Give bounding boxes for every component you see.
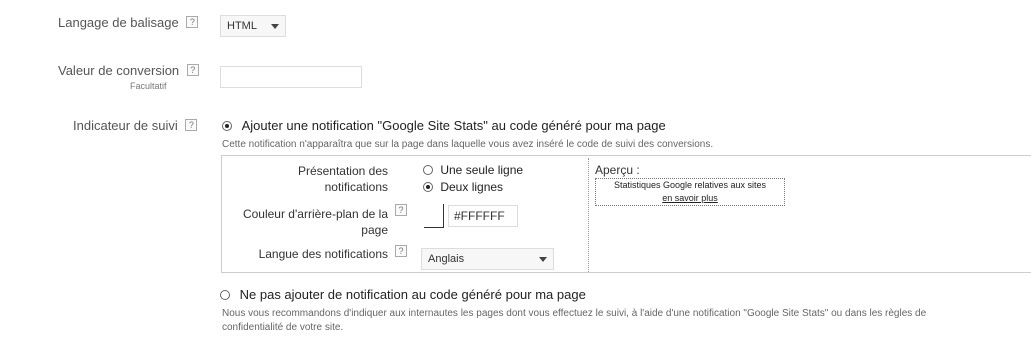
presentation-double-radio[interactable] [423,182,433,192]
preview-link[interactable]: en savoir plus [596,192,784,205]
conversion-value-help-icon[interactable]: ? [186,64,199,76]
markup-language-label: Langage de balisage [58,15,179,30]
markup-language-select[interactable]: HTML [220,15,286,37]
panel-divider [588,158,589,272]
notification-language-help-icon[interactable]: ? [395,245,407,257]
background-color-label: Couleur d'arrière-plan de la page [242,207,388,237]
tracking-indicator-label: Indicateur de suivi [73,118,178,133]
option-no-notification[interactable]: Ne pas ajouter de notification au code g… [220,287,586,302]
option-add-notification-radio[interactable] [222,121,232,131]
conversion-value-row: Valeur de conversion ? [58,63,199,78]
presentation-option-single[interactable]: Une seule ligne [423,163,523,177]
tracking-indicator-help-icon[interactable]: ? [185,119,198,131]
option-no-description-line1: Nous vous recommandons d'indiquer aux in… [222,308,927,319]
option-add-notification[interactable]: Ajouter une notification "Google Site St… [222,118,666,133]
background-color-swatch[interactable] [424,204,444,228]
presentation-label: Présentation des notifications [297,164,388,194]
option-add-description: Cette notification n'apparaîtra que sur … [222,139,714,150]
option-no-notification-label: Ne pas ajouter de notification au code g… [239,287,586,302]
presentation-single-label: Une seule ligne [440,163,524,177]
conversion-value-input[interactable] [220,66,362,88]
option-no-description-line2: confidentialité de votre site. [222,322,344,333]
background-color-help-icon[interactable]: ? [395,204,407,216]
markup-language-value: HTML [227,20,257,32]
option-add-notification-label: Ajouter une notification "Google Site St… [241,118,666,133]
presentation-double-label: Deux lignes [440,180,504,194]
notification-language-select[interactable]: Anglais [421,248,554,270]
option-no-notification-radio[interactable] [220,290,230,300]
notification-language-label: Langue des notifications [258,247,388,261]
background-color-input[interactable] [448,205,518,227]
chevron-down-icon [539,257,547,262]
tracking-indicator-row: Indicateur de suivi ? [73,118,198,133]
presentation-single-radio[interactable] [423,165,433,175]
notification-language-value: Anglais [428,253,465,265]
preview-box: Statistiques Google relatives aux sites … [595,178,785,206]
preview-line1: Statistiques Google relatives aux sites [613,180,767,190]
conversion-value-optional: Facultatif [130,81,167,91]
conversion-value-label: Valeur de conversion [58,63,180,78]
presentation-option-double[interactable]: Deux lignes [423,180,503,194]
markup-language-row: Langage de balisage ? [58,15,199,30]
markup-language-help-icon[interactable]: ? [186,16,199,28]
preview-title: Aperçu : [595,163,640,177]
chevron-down-icon [271,24,279,29]
option-no-notification-description: Nous vous recommandons d'indiquer aux in… [222,307,1027,335]
